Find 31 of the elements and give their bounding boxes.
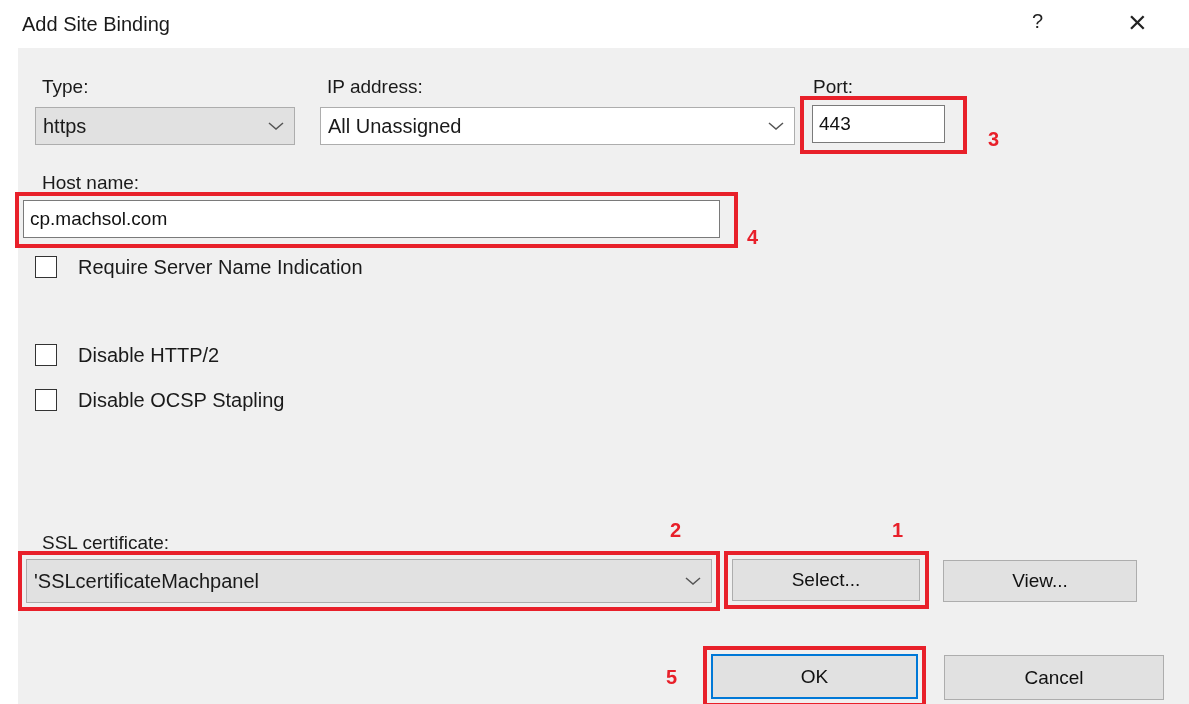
annotation-number: 3 [988, 128, 1000, 151]
checkbox-label: Require Server Name Indication [78, 255, 363, 279]
chevron-icon [685, 576, 701, 586]
annotation-number: 5 [666, 666, 678, 689]
ssl-certificate-dropdown[interactable]: 'SSLcertificateMachpanel [26, 559, 712, 603]
annotation-number: 4 [747, 226, 759, 249]
chevron-icon [268, 121, 284, 131]
window-title: Add Site Binding [22, 12, 170, 36]
ip-address-dropdown[interactable]: All Unassigned [320, 107, 795, 145]
checkbox-label: Disable OCSP Stapling [78, 388, 285, 412]
dialog-button[interactable]: OK [711, 654, 918, 699]
help-button[interactable]: ? [1032, 10, 1044, 33]
host-name-field[interactable]: cp.machsol.com [23, 200, 720, 238]
checkbox-label: Disable HTTP/2 [78, 343, 220, 367]
annotation-number: 2 [670, 519, 682, 542]
checkbox[interactable] [35, 344, 57, 366]
port-field[interactable]: 443 [812, 105, 945, 143]
host-name-label: Host name: [42, 172, 141, 194]
ssl-certificate-label: SSL certificate: [42, 532, 170, 553]
port-label: Port: [812, 76, 855, 98]
dialog-button[interactable]: View... [943, 560, 1137, 602]
checkbox[interactable] [35, 389, 57, 411]
dialog-button[interactable]: Select... [732, 559, 920, 601]
ip-address-label: IP address: [327, 76, 424, 98]
chevron-icon [768, 121, 784, 131]
type-dropdown[interactable]: https [35, 107, 295, 145]
close-button[interactable]: × [1128, 4, 1147, 41]
dialog-button[interactable]: Cancel [944, 655, 1164, 700]
type-label: Type: [42, 76, 90, 98]
annotation-number: 1 [892, 519, 904, 542]
checkbox[interactable] [35, 256, 57, 278]
